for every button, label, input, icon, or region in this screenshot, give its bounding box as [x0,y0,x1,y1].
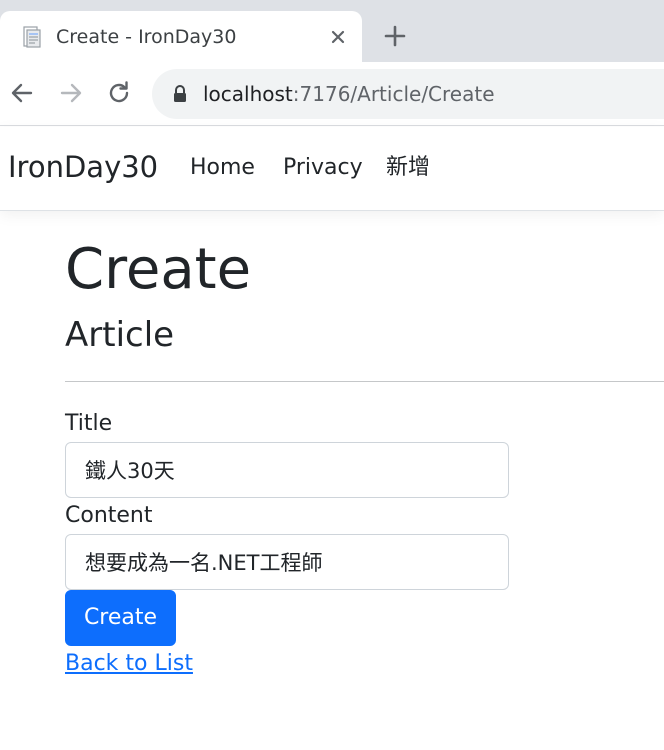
nav-link-privacy[interactable]: Privacy [283,154,363,182]
create-button[interactable]: Create [65,590,176,646]
tab-title: Create - IronDay30 [56,26,237,48]
address-bar[interactable]: localhost:7176/Article/Create [152,69,664,119]
url-text[interactable]: localhost:7176/Article/Create [203,81,495,107]
reload-icon[interactable] [105,79,133,107]
nav-link-add[interactable]: 新增 [386,154,430,182]
back-to-list-link[interactable]: Back to List [65,650,193,678]
navbar-brand[interactable]: IronDay30 [8,149,158,185]
title-label: Title [65,411,113,436]
page-subtitle: Article [65,315,175,355]
page-title: Create [65,237,252,302]
title-input[interactable] [65,442,509,498]
divider [65,381,664,382]
arrow-right-icon[interactable] [57,79,85,107]
browser-tab-active[interactable]: Create - IronDay30 [0,11,362,62]
content-label: Content [65,503,153,528]
nav-link-home[interactable]: Home [190,154,255,182]
browser-tabstrip: Create - IronDay30 [0,0,664,62]
arrow-left-icon[interactable] [8,79,36,107]
site-navbar: IronDay30 Home Privacy 新增 [0,127,664,211]
url-host: localhost [203,82,293,106]
document-icon [20,25,44,49]
close-icon[interactable] [326,25,350,49]
url-path: :7176/Article/Create [292,82,495,106]
lock-icon[interactable] [169,83,191,105]
browser-toolbar: localhost:7176/Article/Create [0,62,664,126]
plus-icon[interactable] [381,22,409,50]
content-input[interactable] [65,534,509,590]
